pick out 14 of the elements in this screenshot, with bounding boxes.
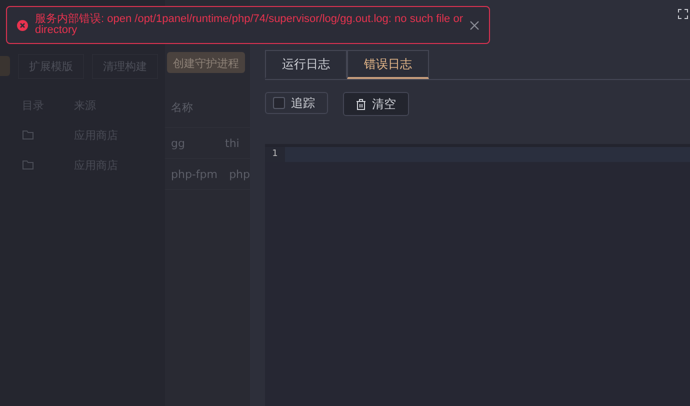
error-message: 服务内部错误: open /opt/1panel/runtime/php/74/supervisor/log/gg.out.log: no such file or directory xyxy=(35,14,463,36)
follow-checkbox[interactable]: 追踪 xyxy=(265,92,328,114)
folder-icon xyxy=(22,130,34,140)
line-number: 1 xyxy=(265,147,285,162)
close-icon[interactable] xyxy=(470,20,479,30)
folder-icon xyxy=(22,160,34,170)
tab[interactable]: 错误日志 xyxy=(347,50,429,79)
trash-icon xyxy=(356,98,366,110)
error-icon xyxy=(17,20,28,30)
checkbox[interactable] xyxy=(273,97,285,109)
log-editor[interactable]: 1 xyxy=(265,144,690,406)
tab[interactable]: 运行日志 xyxy=(265,50,347,79)
fullscreen-icon[interactable] xyxy=(678,9,688,19)
clear-button[interactable]: 清空 xyxy=(343,92,409,116)
